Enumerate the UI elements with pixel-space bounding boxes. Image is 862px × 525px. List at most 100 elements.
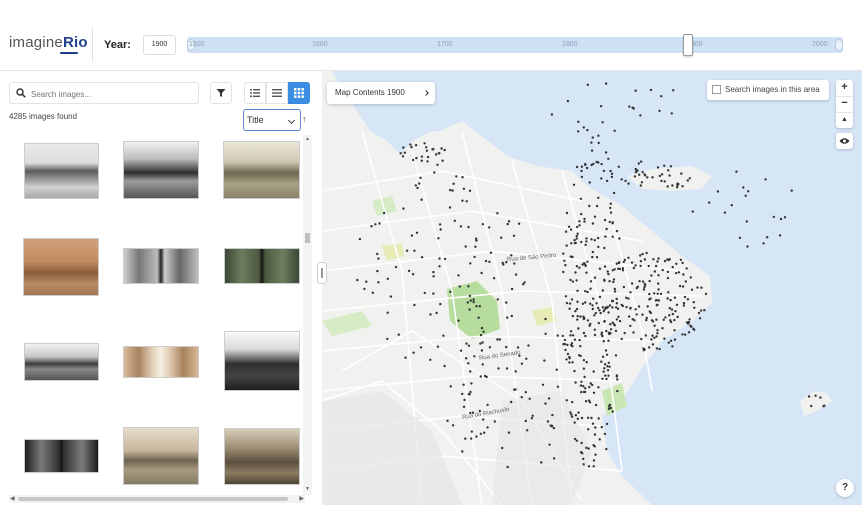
slider-end-cap[interactable]: [835, 39, 843, 51]
image-location-dot[interactable]: [603, 320, 606, 323]
image-location-dot[interactable]: [568, 355, 571, 359]
image-location-dot[interactable]: [582, 331, 586, 335]
image-location-dot[interactable]: [611, 235, 614, 238]
image-location-dot[interactable]: [573, 369, 576, 373]
image-location-dot[interactable]: [615, 302, 619, 305]
image-location-dot[interactable]: [577, 120, 580, 123]
image-location-dot[interactable]: [667, 258, 670, 262]
image-location-dot[interactable]: [675, 186, 679, 189]
image-location-dot[interactable]: [653, 336, 656, 339]
image-location-dot[interactable]: [436, 163, 439, 166]
image-location-dot[interactable]: [467, 285, 470, 288]
image-location-dot[interactable]: [478, 305, 481, 308]
image-location-dot[interactable]: [371, 291, 374, 294]
image-location-dot[interactable]: [420, 155, 424, 158]
image-location-dot[interactable]: [466, 301, 469, 304]
image-location-dot[interactable]: [429, 358, 432, 361]
image-location-dot[interactable]: [409, 143, 412, 146]
image-location-dot[interactable]: [441, 159, 444, 162]
image-location-dot[interactable]: [438, 257, 441, 260]
image-location-dot[interactable]: [564, 264, 567, 267]
image-location-dot[interactable]: [668, 314, 671, 317]
image-location-dots[interactable]: [322, 71, 862, 505]
image-location-dot[interactable]: [510, 314, 513, 318]
image-location-dot[interactable]: [601, 355, 605, 358]
compass-icon[interactable]: ▲: [836, 112, 853, 128]
image-location-dot[interactable]: [513, 262, 516, 265]
image-location-dot[interactable]: [610, 172, 614, 175]
image-location-dot[interactable]: [643, 286, 646, 289]
image-location-dot[interactable]: [584, 243, 587, 247]
image-location-dot[interactable]: [653, 324, 656, 327]
image-location-dot[interactable]: [673, 296, 677, 299]
image-location-dot[interactable]: [605, 329, 608, 333]
image-location-dot[interactable]: [593, 215, 597, 218]
image-location-dot[interactable]: [571, 400, 574, 404]
image-thumbnail[interactable]: [24, 439, 99, 473]
image-location-dot[interactable]: [639, 184, 642, 187]
image-location-dot[interactable]: [446, 419, 449, 422]
image-location-dot[interactable]: [462, 187, 466, 190]
image-location-dot[interactable]: [584, 334, 587, 338]
image-location-dot[interactable]: [415, 156, 418, 160]
image-location-dot[interactable]: [616, 389, 619, 393]
image-location-dot[interactable]: [582, 367, 586, 370]
image-location-dot[interactable]: [603, 218, 607, 222]
image-location-dot[interactable]: [645, 251, 648, 255]
image-location-dot[interactable]: [680, 172, 683, 175]
image-location-dot[interactable]: [778, 234, 782, 237]
image-location-dot[interactable]: [479, 342, 482, 345]
image-location-dot[interactable]: [506, 465, 509, 469]
image-location-dot[interactable]: [598, 295, 602, 299]
image-location-dot[interactable]: [681, 285, 685, 288]
image-location-dot[interactable]: [578, 266, 581, 269]
image-location-dot[interactable]: [668, 307, 671, 310]
image-location-dot[interactable]: [593, 328, 596, 331]
image-location-dot[interactable]: [578, 338, 581, 342]
image-location-dot[interactable]: [588, 204, 591, 208]
image-location-dot[interactable]: [475, 435, 478, 438]
image-location-dot[interactable]: [692, 301, 695, 304]
image-location-dot[interactable]: [669, 319, 672, 322]
image-location-dot[interactable]: [688, 318, 691, 321]
image-location-dot[interactable]: [580, 212, 583, 216]
image-location-dot[interactable]: [550, 425, 553, 428]
logo[interactable]: imagineRio: [9, 34, 88, 51]
image-location-dot[interactable]: [565, 244, 568, 247]
image-location-dot[interactable]: [584, 400, 588, 403]
image-location-dot[interactable]: [604, 306, 607, 309]
image-location-dot[interactable]: [469, 370, 472, 373]
image-location-dot[interactable]: [640, 337, 643, 341]
image-location-dot[interactable]: [586, 128, 589, 132]
image-location-dot[interactable]: [683, 295, 687, 299]
image-thumbnail[interactable]: [24, 343, 99, 381]
image-location-dot[interactable]: [666, 297, 669, 300]
image-location-dot[interactable]: [657, 274, 660, 277]
image-location-dot[interactable]: [684, 333, 687, 336]
zoom-out-button[interactable]: −: [836, 96, 853, 112]
image-location-dot[interactable]: [620, 337, 623, 341]
image-location-dot[interactable]: [470, 430, 473, 433]
image-location-dot[interactable]: [671, 265, 674, 269]
image-location-dot[interactable]: [648, 292, 651, 296]
image-location-dot[interactable]: [518, 354, 521, 357]
image-location-dot[interactable]: [437, 237, 440, 240]
image-location-dot[interactable]: [576, 318, 579, 321]
image-location-dot[interactable]: [604, 235, 607, 238]
image-location-dot[interactable]: [580, 169, 583, 173]
image-location-dot[interactable]: [401, 155, 405, 158]
year-input[interactable]: 1900: [143, 35, 176, 55]
map-contents-button[interactable]: Map Contents 1900: [327, 82, 435, 104]
image-location-dot[interactable]: [570, 415, 574, 418]
image-location-dot[interactable]: [510, 254, 513, 257]
image-location-dot[interactable]: [587, 399, 591, 402]
image-location-dot[interactable]: [676, 184, 679, 187]
image-location-dot[interactable]: [468, 308, 471, 311]
image-location-dot[interactable]: [500, 236, 503, 239]
image-location-dot[interactable]: [631, 318, 634, 321]
image-location-dot[interactable]: [639, 114, 642, 117]
image-location-dot[interactable]: [582, 359, 586, 362]
image-location-dot[interactable]: [577, 411, 580, 414]
image-location-dot[interactable]: [412, 351, 415, 354]
image-location-dot[interactable]: [544, 317, 547, 321]
